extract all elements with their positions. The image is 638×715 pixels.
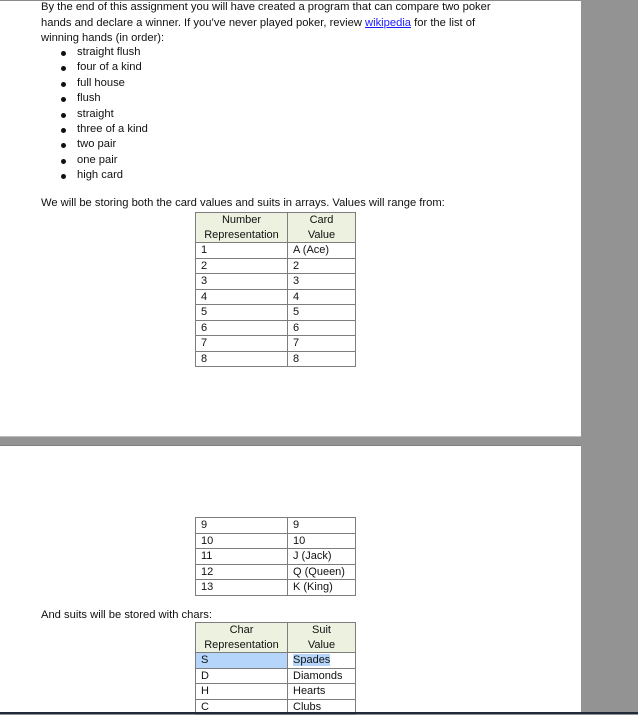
document-page-1: By the end of this assignment you will h…	[0, 0, 581, 436]
table-row: 22	[195, 257, 356, 274]
values-intro: We will be storing both the card values …	[41, 197, 445, 209]
list-item: straight	[60, 107, 148, 122]
table-row: 99	[195, 517, 356, 534]
table-row: 10 10	[195, 532, 356, 549]
card-values-table: Number Representation Card Value 1A (Ace) …	[195, 212, 356, 367]
table-row: 88	[195, 350, 356, 367]
header-char-representation: Char Representation	[195, 622, 288, 653]
wikipedia-link[interactable]: wikipedia	[365, 17, 411, 29]
table-row: 77	[195, 335, 356, 352]
header-card-value: Card Value	[287, 212, 356, 243]
table-row: 11 J (Jack)	[195, 548, 356, 565]
table-row: 1A (Ace)	[195, 242, 356, 259]
table-row: 66	[195, 319, 356, 336]
document-page-2: 99 10 10 11 J (Jack) 12 Q (Queen) 13 K (King…	[0, 446, 581, 715]
table-row: 44	[195, 288, 356, 305]
table-row: 13 K (King)	[195, 579, 356, 596]
header-suit-value: Suit Value	[287, 622, 356, 653]
list-item: full house	[60, 76, 148, 91]
list-item: straight flush	[60, 45, 148, 60]
table-row: 55	[195, 304, 356, 321]
table-row: D Diamonds	[195, 667, 356, 684]
table-row: 33	[195, 273, 356, 290]
list-item: three of a kind	[60, 122, 148, 137]
list-item: one pair	[60, 153, 148, 168]
table-header-row: Char Representation Suit Value	[195, 622, 356, 653]
intro-paragraph: By the end of this assignment you will h…	[41, 0, 511, 47]
list-item: flush	[60, 91, 148, 106]
suits-table: Char Representation Suit Value S Spades DD…	[195, 622, 356, 715]
header-number-representation: Number Representation	[195, 212, 288, 243]
table-row-selected: S Spades	[195, 652, 356, 669]
table-row: 12 Q (Queen)	[195, 563, 356, 580]
list-item: two pair	[60, 137, 148, 152]
table-row: H Hearts	[195, 683, 356, 700]
list-item: high card	[60, 168, 148, 183]
selected-text[interactable]: Spades	[293, 654, 331, 667]
list-item: four of a kind	[60, 60, 148, 75]
table-header-row: Number Representation Card Value	[195, 212, 356, 243]
winning-hands-list: straight flush four of a kind full house…	[60, 45, 148, 184]
card-values-table-continued: 99 10 10 11 J (Jack) 12 Q (Queen) 13 K (King…	[195, 517, 356, 596]
